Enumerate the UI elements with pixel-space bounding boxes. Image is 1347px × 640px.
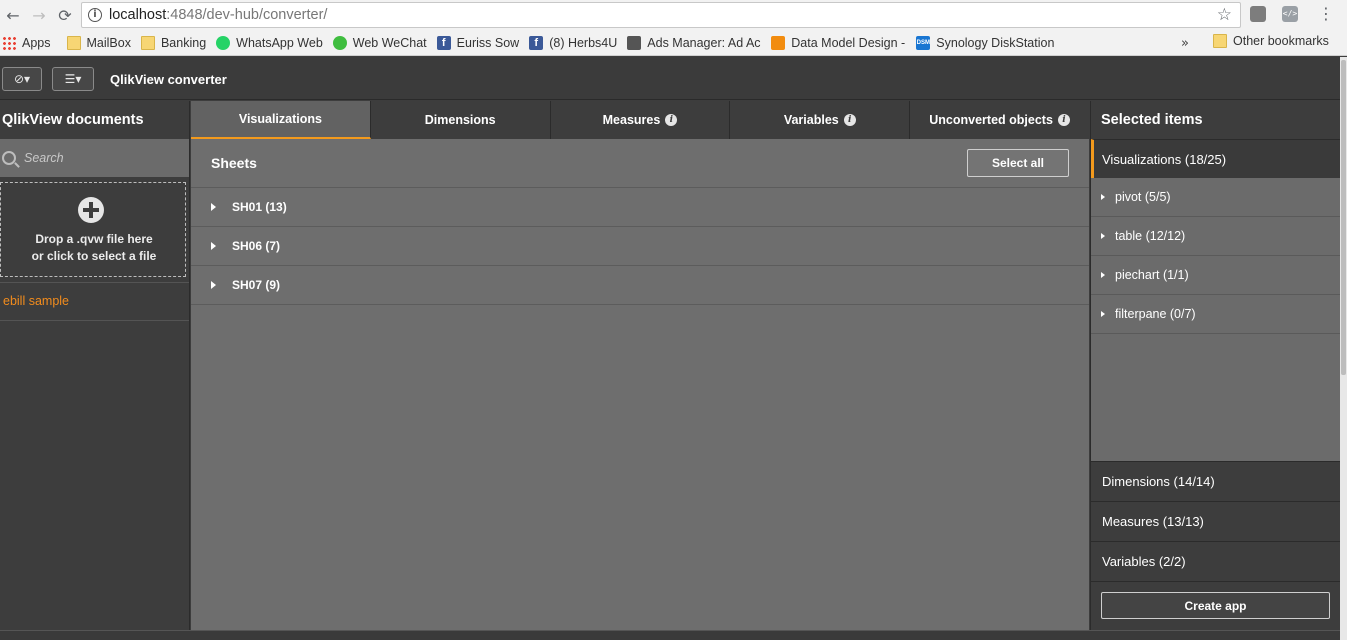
expand-caret-icon [211,203,216,211]
tab-bar: Visualizations Dimensions Measures i Var… [191,101,1089,139]
folder-icon [140,35,155,50]
tab-visualizations[interactable]: Visualizations [191,101,371,139]
divider [1091,581,1340,582]
selected-visualizations-list: pivot (5/5) table (12/12) piechart (1/1)… [1091,178,1340,461]
divider [191,304,1089,305]
url-host: localhost [109,7,167,23]
sheets-title: Sheets [211,155,257,171]
list-item[interactable]: filterpane (0/7) [1091,295,1340,334]
bookmark-mailbox[interactable]: MailBox [66,35,131,50]
bookmark-apps[interactable]: Apps [2,35,51,50]
search-icon [2,151,16,165]
bookmarks-bar: Apps MailBox Banking WhatsApp Web Web We… [0,30,1347,56]
browser-menu-icon[interactable]: ⋮ [1318,4,1334,23]
menu-button[interactable]: ☰▾ [52,67,94,91]
search-input[interactable] [24,151,174,165]
site-info-icon[interactable]: i [88,8,102,22]
expand-caret-icon [1101,233,1105,239]
tab-measures[interactable]: Measures i [551,101,731,139]
dsm-icon: DSM [916,35,931,50]
create-app-button[interactable]: Create app [1101,592,1330,619]
bookmark-synology[interactable]: DSM Synology DiskStation [916,35,1054,50]
expand-caret-icon [211,281,216,289]
info-icon[interactable]: i [843,114,856,126]
bookmark-data-model[interactable]: Data Model Design - [771,35,906,50]
expand-caret-icon [1101,272,1105,278]
bookmark-euriss-sow[interactable]: f Euriss Sow [436,35,519,50]
navigation-button[interactable]: ⊘▾ [2,67,42,91]
folder-icon [1213,34,1227,48]
bookmark-star-icon[interactable]: ☆ [1217,5,1232,25]
whatsapp-icon [216,35,231,50]
facebook-icon: f [529,35,544,50]
list-item[interactable]: piechart (1/1) [1091,256,1340,295]
bookmark-herbs4u[interactable]: f (8) Herbs4U [529,35,617,50]
more-bookmarks-button[interactable]: » [1181,36,1189,51]
bookmark-whatsapp[interactable]: WhatsApp Web [216,35,323,50]
ads-manager-icon [627,35,642,50]
sheet-row[interactable]: SH06 (7) [191,226,1089,265]
devtools-extension-icon[interactable]: </> [1282,6,1298,22]
documents-panel: QlikView documents Drop a .qvw file here… [0,101,190,630]
expand-caret-icon [211,242,216,250]
reload-icon[interactable]: ⟳ [52,2,78,28]
sheet-row[interactable]: SH01 (13) [191,187,1089,226]
folder-icon [66,35,81,50]
info-icon[interactable]: i [665,114,678,126]
apps-grid-icon [2,35,16,50]
file-drop-zone[interactable]: Drop a .qvw file here or click to select… [0,182,186,277]
selected-items-title: Selected items [1101,112,1203,128]
document-item[interactable]: ebill sample [3,294,69,308]
expand-caret-icon [1101,194,1105,200]
document-search[interactable] [0,139,189,177]
sheet-row[interactable]: SH07 (9) [191,265,1089,304]
divider [0,282,189,283]
address-bar[interactable]: i localhost:4848/dev-hub/converter/ ☆ [81,2,1241,28]
tab-dimensions[interactable]: Dimensions [371,101,551,139]
url-path: :4848/dev-hub/converter/ [166,7,328,23]
expand-caret-icon [1101,311,1105,317]
converter-main: Visualizations Dimensions Measures i Var… [191,101,1089,630]
select-all-button[interactable]: Select all [967,149,1069,177]
wechat-icon [332,35,347,50]
list-icon: ☰▾ [64,72,82,86]
tab-variables[interactable]: Variables i [730,101,911,139]
documents-title: QlikView documents [2,112,144,128]
divider [0,320,189,321]
other-bookmarks[interactable]: Other bookmarks [1213,34,1329,48]
extension-icon[interactable] [1250,6,1266,22]
selected-dimensions[interactable]: Dimensions (14/14) [1091,461,1340,501]
info-icon[interactable]: i [1057,114,1070,126]
back-icon[interactable]: ← [0,2,26,28]
drop-instructions: Drop a .qvw file here or click to select… [31,232,157,263]
scrollbar-thumb[interactable] [1341,60,1346,375]
list-item[interactable]: table (12/12) [1091,217,1340,256]
bookmark-banking[interactable]: Banking [140,35,206,50]
add-circle-icon [78,197,104,223]
bottom-bar [0,630,1340,640]
list-item[interactable]: pivot (5/5) [1091,178,1340,217]
selected-visualizations-header[interactable]: Visualizations (18/25) [1091,139,1340,178]
selected-items-panel: Selected items Visualizations (18/25) pi… [1090,101,1340,630]
data-model-icon [771,35,786,50]
bookmark-wechat[interactable]: Web WeChat [332,35,427,50]
selected-measures[interactable]: Measures (13/13) [1091,501,1340,541]
bookmark-ads-manager[interactable]: Ads Manager: Ad Acc [627,35,761,50]
facebook-icon: f [436,35,451,50]
compass-icon: ⊘▾ [13,72,31,86]
tab-unconverted-objects[interactable]: Unconverted objects i [910,101,1089,139]
app-title: QlikView converter [110,72,227,87]
selected-variables[interactable]: Variables (2/2) [1091,541,1340,581]
forward-icon[interactable]: → [26,2,52,28]
app-header: ⊘▾ ☰▾ QlikView converter [0,57,1340,100]
